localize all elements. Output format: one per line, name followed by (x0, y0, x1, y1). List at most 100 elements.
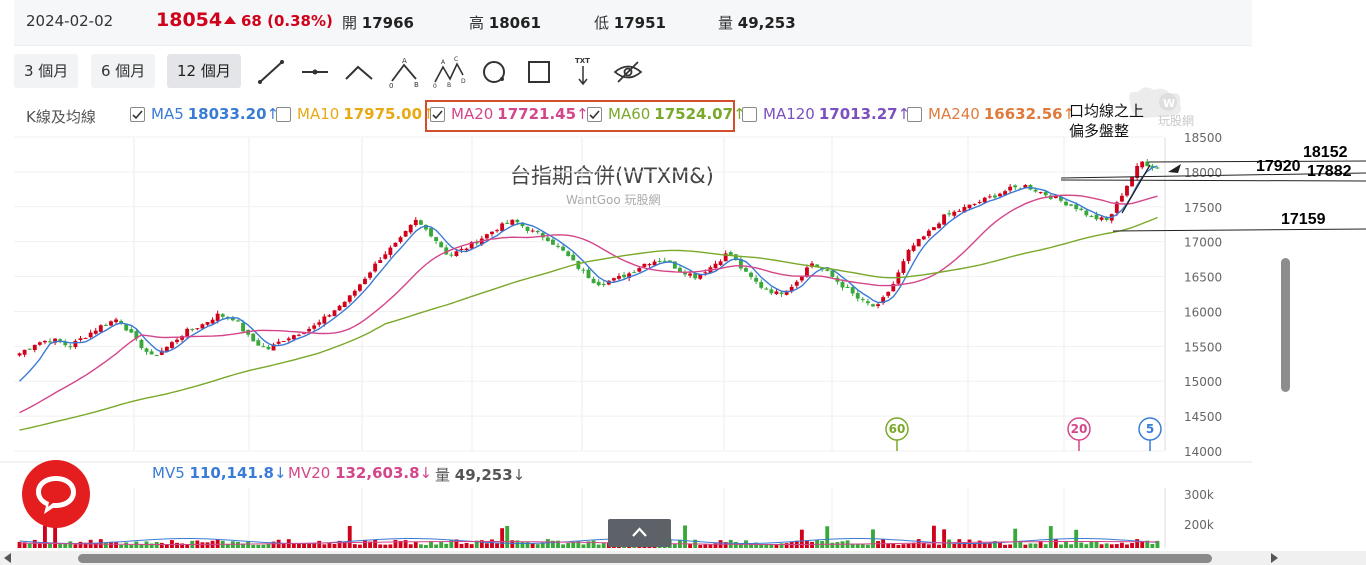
candle-body (992, 195, 997, 198)
volume-bar (683, 525, 687, 548)
volume-bar (932, 525, 936, 548)
chat-button[interactable] (22, 460, 90, 528)
candle-body (581, 269, 586, 271)
volume-bar (124, 542, 129, 548)
volume-bar (1130, 543, 1134, 548)
candle-body (388, 247, 393, 255)
volume-legend-0: MV5 110,141.8↓ (152, 464, 287, 482)
level-label-17159: 17159 (1281, 211, 1326, 228)
volume-bar (937, 544, 941, 548)
candle-body (109, 321, 113, 326)
candle-body (429, 228, 433, 237)
ma-marker-5: 5 (1138, 417, 1162, 451)
candle-body (307, 328, 312, 332)
ma-line-ma20 (19, 194, 1158, 414)
volume-bar (256, 544, 261, 548)
volume-bar (119, 544, 124, 548)
horizontal-scrollbar-thumb[interactable] (78, 554, 1212, 563)
volume-bar (32, 539, 37, 548)
volume-bar (53, 527, 58, 548)
volume-bar (444, 543, 449, 548)
ma-marker-20: 20 (1067, 417, 1091, 451)
volume-bar (363, 540, 367, 548)
level-label-18152: 18152 (1303, 144, 1348, 161)
collapse-panel-button[interactable] (608, 519, 671, 547)
candle-body (571, 254, 576, 261)
vertical-scrollbar[interactable] (1281, 258, 1290, 392)
candle-body (1089, 215, 1094, 217)
volume-bar (1084, 544, 1089, 548)
candle-body (911, 245, 916, 251)
volume-bar (159, 542, 164, 548)
candle-body (37, 342, 42, 345)
candle-body (967, 204, 972, 209)
candle-body (678, 267, 682, 272)
candle-body (261, 346, 266, 348)
candle-body (906, 249, 911, 262)
candle-body (114, 319, 118, 323)
volume-bar (388, 544, 393, 548)
volume-bar (357, 544, 362, 548)
candle-body (439, 242, 444, 248)
candle-body (647, 264, 652, 266)
volume-bar (799, 529, 804, 548)
candle-body (759, 282, 764, 288)
ma-line-ma60 (19, 216, 1158, 431)
volume-bar (200, 542, 205, 548)
candle-body (754, 277, 759, 282)
volume-bar (815, 539, 820, 548)
y-tick-label: 17500 (1184, 201, 1222, 215)
volume-bar (1059, 544, 1063, 548)
candle-body (236, 320, 240, 322)
volume-bar (408, 544, 413, 548)
candle-body (154, 354, 159, 356)
candle-body (495, 230, 499, 232)
candle-body (769, 289, 774, 294)
volume-bar (505, 526, 510, 548)
y-tick-label: 17000 (1184, 236, 1222, 250)
scroll-right-arrow-icon[interactable] (1271, 553, 1278, 563)
y-tick-label: 14000 (1184, 445, 1222, 459)
level-label-17882: 17882 (1307, 163, 1352, 180)
candle-body (1094, 214, 1099, 220)
candle-body (1069, 204, 1074, 206)
candle-body (642, 263, 647, 267)
volume-bar (464, 542, 469, 548)
volume-bar (495, 543, 499, 548)
y-tick-label: 16000 (1184, 305, 1222, 319)
scroll-left-arrow-icon[interactable] (4, 553, 11, 563)
candle-body (98, 325, 103, 332)
candle-body (794, 281, 799, 286)
volume-bar (175, 542, 179, 548)
candle-body (256, 340, 261, 346)
candle-body (713, 263, 718, 269)
volume-bar (860, 543, 865, 548)
volume-bar (835, 542, 840, 548)
volume-bar (952, 543, 957, 548)
candle-body (1074, 204, 1079, 210)
candle-body (1140, 161, 1145, 168)
volume-bar (1023, 544, 1028, 548)
candle-body (373, 263, 378, 272)
candle-body (398, 237, 403, 242)
volume-bar (1064, 541, 1068, 548)
volume-bar (561, 544, 566, 548)
candle-body (78, 338, 83, 340)
volume-bar (1099, 544, 1104, 548)
candle-body (22, 349, 27, 355)
candle-body (363, 278, 367, 285)
volume-bar (1125, 544, 1129, 548)
volume-bar (114, 542, 118, 548)
candle-body (779, 292, 784, 294)
candle-body (352, 290, 357, 296)
volume-bar (708, 544, 713, 548)
volume-bar (865, 544, 870, 548)
candle-body (139, 339, 144, 349)
volume-bar (855, 544, 860, 548)
candle-body (657, 260, 662, 262)
volume-bar (434, 544, 439, 548)
volume-bar (378, 544, 383, 548)
volume-bar (1069, 544, 1074, 548)
volume-bar (1013, 528, 1018, 548)
candle-body (185, 328, 190, 337)
